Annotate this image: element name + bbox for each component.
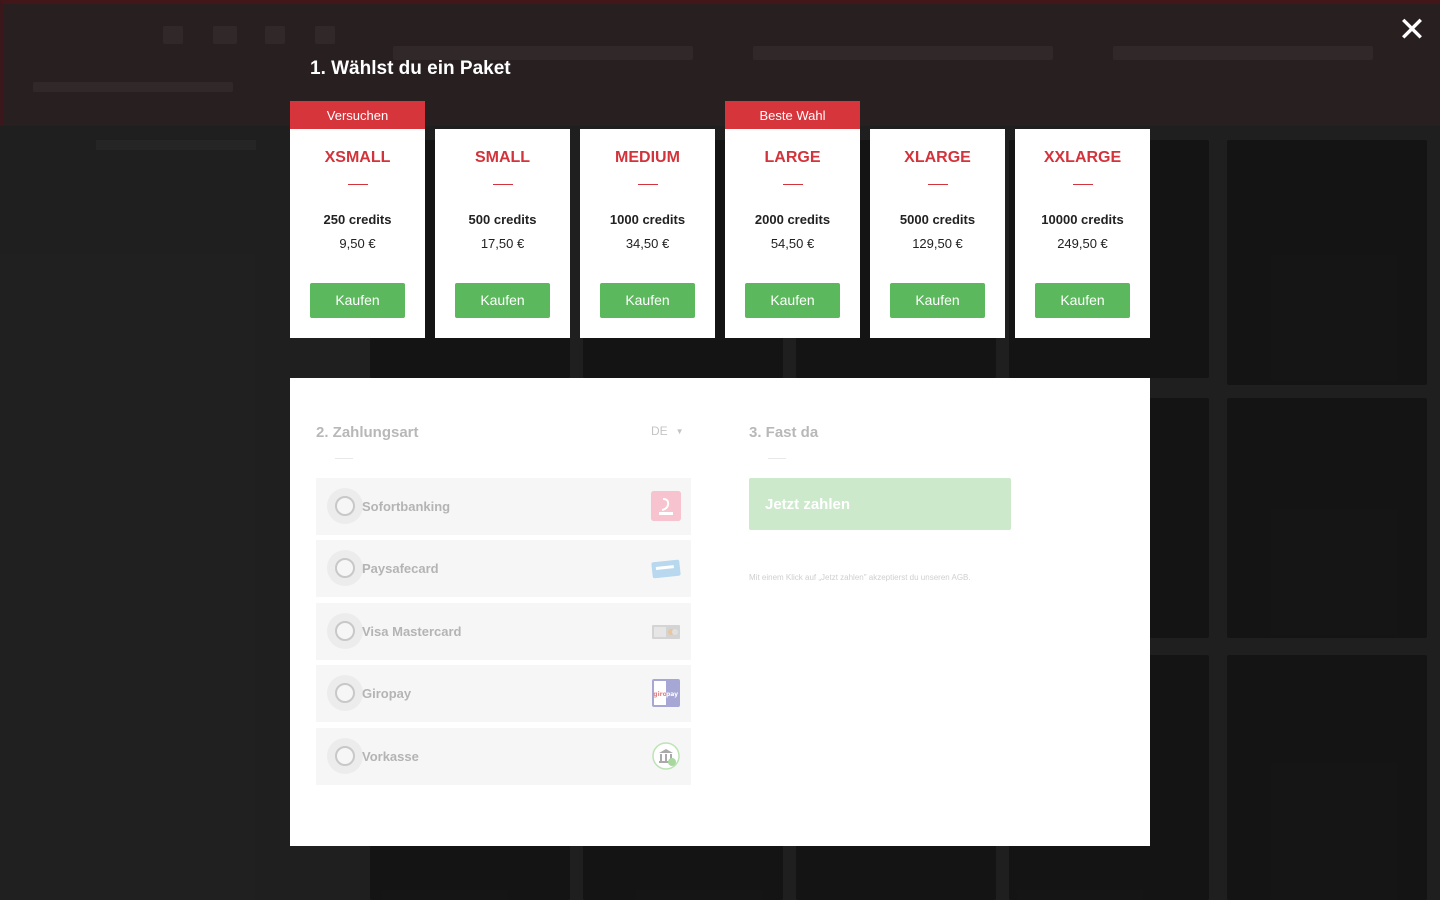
package-card-large: Beste Wahl LARGE 2000 credits 54,50 € Ka… [725,101,860,338]
pay-now-button[interactable]: Jetzt zahlen [749,478,1011,530]
language-select[interactable]: DE ▼ [651,424,684,438]
giropay-logo-icon: giro pay [651,678,681,708]
buy-button-medium[interactable]: Kaufen [600,283,695,318]
payment-method-label: Giropay [362,686,412,701]
payment-method-label: Vorkasse [362,749,419,764]
buy-button-large[interactable]: Kaufen [745,283,840,318]
package-card-xxlarge: XXLARGE 10000 credits 249,50 € Kaufen [1015,129,1150,338]
package-price: 34,50 € [625,236,670,251]
package-credits: 10000 credits [1041,212,1124,227]
package-divider [347,184,368,185]
package-name: XLARGE [904,149,971,166]
step2-divider [335,458,353,459]
sofort-logo-icon [651,491,681,521]
payment-method-label: Sofortbanking [362,499,451,514]
finish-step-title: 3. Fast da [749,424,819,441]
paysafecard-logo-icon [651,553,681,583]
payment-method-vorkasse[interactable]: Vorkasse [316,728,691,785]
svg-text:giro: giro [653,691,666,698]
package-divider [1072,184,1093,185]
package-card-medium: MEDIUM 1000 credits 34,50 € Kaufen [580,129,715,338]
package-name: SMALL [474,149,531,166]
package-divider [637,184,658,185]
close-icon[interactable]: ✕ [1396,13,1428,47]
radio-button[interactable] [327,675,363,711]
package-price: 9,50 € [339,236,376,251]
payment-method-label: Visa Mastercard [362,624,462,639]
payment-panel: 2. Zahlungsart DE ▼ Sofortbanking Paysafe… [290,378,1150,846]
chevron-down-icon: ▼ [675,427,684,437]
package-list: Versuchen XSMALL 250 credits 9,50 € Kauf… [290,101,1150,338]
package-price: 249,50 € [1057,236,1108,251]
package-card-xsmall: Versuchen XSMALL 250 credits 9,50 € Kauf… [290,101,425,338]
radio-button[interactable] [327,550,363,586]
language-value: DE [651,424,668,438]
radio-button[interactable] [327,738,363,774]
step3-divider [768,458,786,459]
buy-button-xlarge[interactable]: Kaufen [890,283,985,318]
radio-button[interactable] [327,613,363,649]
payment-method-giropay[interactable]: Giropay giro pay [316,665,691,722]
package-credits: 500 credits [468,212,537,227]
package-card-small: SMALL 500 credits 17,50 € Kaufen [435,129,570,338]
payment-method-sofortbanking[interactable]: Sofortbanking [316,478,691,535]
package-divider [927,184,948,185]
package-name: XSMALL [324,149,391,166]
buy-button-small[interactable]: Kaufen [455,283,550,318]
payment-method-label: Paysafecard [362,561,439,576]
package-credits: 5000 credits [899,212,976,227]
package-name: MEDIUM [615,149,680,166]
bank-transfer-logo-icon [651,741,681,771]
package-badge: Versuchen [290,101,425,129]
package-card-xlarge: XLARGE 5000 credits 129,50 € Kaufen [870,129,1005,338]
credit-card-logo-icon [651,616,681,646]
buy-button-xsmall[interactable]: Kaufen [310,283,405,318]
payment-method-paysafecard[interactable]: Paysafecard [316,540,691,597]
package-badge: Beste Wahl [725,101,860,129]
package-name: LARGE [764,149,821,166]
package-credits: 2000 credits [754,212,831,227]
package-price: 17,50 € [480,236,525,251]
package-name: XXLARGE [1043,149,1122,166]
package-credits: 1000 credits [609,212,686,227]
svg-text:pay: pay [666,691,678,698]
payment-method-visa-mastercard[interactable]: Visa Mastercard [316,603,691,660]
package-price: 54,50 € [770,236,815,251]
buy-button-xxlarge[interactable]: Kaufen [1035,283,1130,318]
package-price: 129,50 € [912,236,963,251]
terms-text: Mit einem Klick auf „Jetzt zahlen" akzep… [749,573,971,582]
package-divider [782,184,803,185]
package-divider [492,184,513,185]
radio-button[interactable] [327,488,363,524]
payment-step-title: 2. Zahlungsart [316,424,419,441]
package-credits: 250 credits [323,212,392,227]
package-step-title: 1. Wählst du ein Paket [310,58,511,79]
